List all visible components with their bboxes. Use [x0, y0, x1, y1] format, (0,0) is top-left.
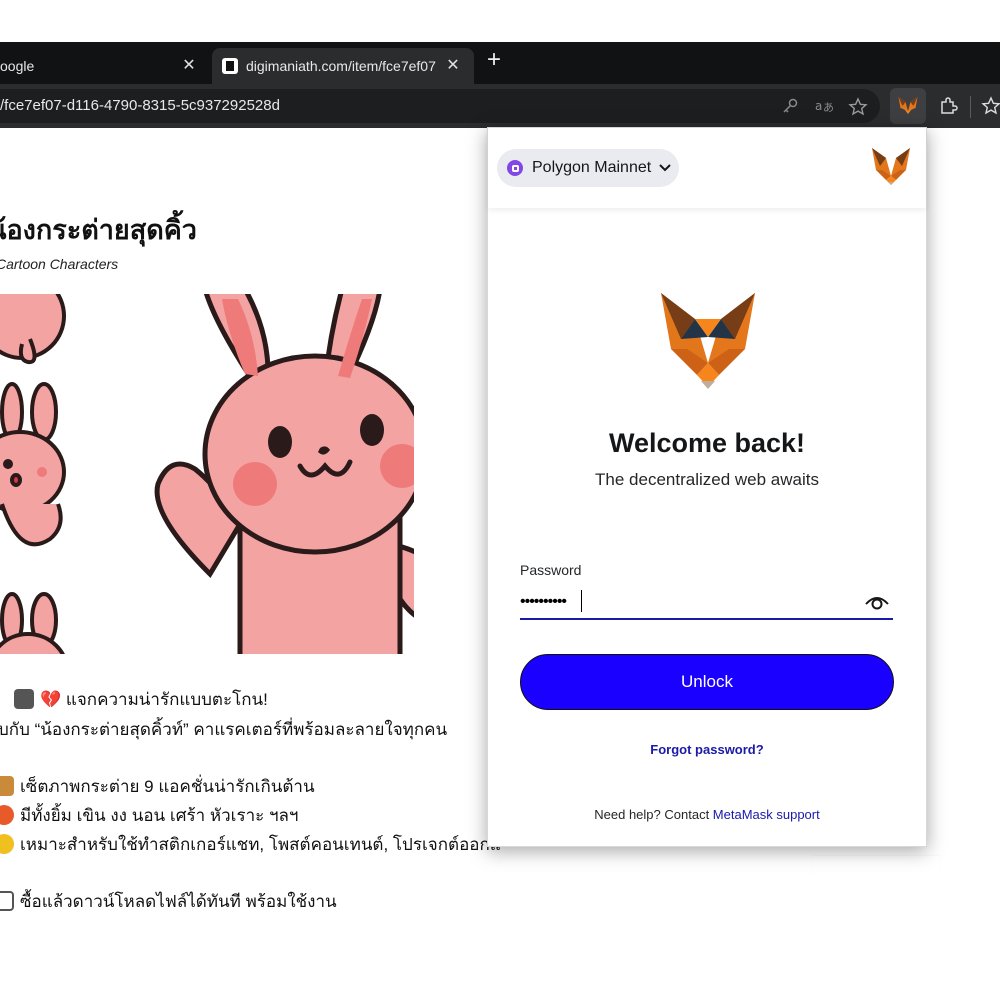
- text-caret: [581, 590, 582, 612]
- network-label: Polygon Mainnet: [532, 159, 652, 176]
- emoji-icon: [14, 689, 34, 709]
- close-icon[interactable]: ✕: [444, 57, 462, 75]
- description-line-6: ซื้อแล้วดาวน์โหลดไฟล์ได้ทันที พร้อมใช้งา…: [0, 888, 337, 915]
- help-text: Need help? Contact MetaMask support: [594, 807, 820, 822]
- tab-label: oogle: [0, 58, 35, 74]
- small-bunny-2: [0, 382, 66, 547]
- metamask-support-link[interactable]: MetaMask support: [713, 807, 820, 822]
- network-selector[interactable]: Polygon Mainnet: [497, 149, 679, 187]
- package-icon: [0, 776, 14, 796]
- polygon-network-icon: [507, 160, 523, 176]
- chevron-down-icon: [659, 161, 671, 175]
- reading-list-icon[interactable]: [980, 96, 1000, 118]
- description-line-1: 💔 แจกความน่ารักแบบตะโกน!: [14, 686, 268, 713]
- new-tab-button[interactable]: +: [482, 48, 506, 72]
- small-bunny-1: [0, 294, 66, 365]
- blank-area: [812, 856, 940, 876]
- description-line-3: เซ็ตภาพกระต่าย 9 แอคชั่นน่ารักเกินต้าน: [0, 773, 315, 800]
- metamask-extension-button[interactable]: [890, 88, 926, 124]
- svg-text:あ: あ: [823, 101, 834, 114]
- welcome-tagline: The decentralized web awaits: [595, 470, 819, 489]
- tab-google[interactable]: oogle ✕: [0, 48, 210, 84]
- large-bunny: [154, 294, 414, 654]
- description-line-4: มีทั้งยิ้ม เขิน งง นอน เศร้า หัวเราะ ฯลฯ: [0, 802, 298, 829]
- browser-toolbar: /fce7ef07-d116-4790-8315-5c937292528d aあ: [0, 84, 1000, 128]
- face-icon: [0, 805, 14, 825]
- toolbar-divider: [970, 96, 971, 118]
- unlock-button[interactable]: Unlock: [520, 654, 894, 710]
- key-icon[interactable]: [780, 97, 800, 117]
- metamask-popup: Polygon Mainnet Welcome back! The decent…: [487, 127, 927, 847]
- translate-icon[interactable]: aあ: [814, 97, 834, 117]
- screenshot-root: oogle ✕ digimaniath.com/item/fce7ef07-d …: [0, 0, 1000, 1000]
- popup-header: Polygon Mainnet: [488, 128, 926, 208]
- metamask-logo: [661, 293, 755, 389]
- forgot-password-link[interactable]: Forgot password?: [488, 742, 926, 757]
- close-icon[interactable]: ✕: [180, 57, 198, 75]
- star-icon[interactable]: [848, 97, 868, 117]
- tab-digimaniath[interactable]: digimaniath.com/item/fce7ef07-d ✕: [212, 48, 474, 84]
- product-subtitle: D Cartoon Characters: [0, 256, 119, 272]
- small-bunny-3: [0, 592, 65, 654]
- puzzle-icon[interactable]: [937, 96, 959, 118]
- top-strip: [0, 0, 1000, 42]
- svg-text:a: a: [815, 99, 822, 113]
- eye-icon[interactable]: [864, 590, 890, 612]
- password-label: Password: [520, 562, 582, 578]
- address-bar[interactable]: /fce7ef07-d116-4790-8315-5c937292528d aあ: [0, 89, 880, 123]
- url-text[interactable]: /fce7ef07-d116-4790-8315-5c937292528d: [0, 89, 280, 123]
- password-input[interactable]: [520, 586, 893, 620]
- product-image[interactable]: [0, 294, 414, 654]
- tab-label: digimaniath.com/item/fce7ef07-d: [246, 58, 436, 74]
- metamask-fox-icon: [898, 97, 918, 114]
- bunny-illustration: [0, 294, 414, 654]
- metamask-fox-icon: [872, 148, 910, 185]
- product-title: น้องกระต่ายสุดคิ้ว: [0, 215, 197, 245]
- description-line-2: บกับ “น้องกระต่ายสุดคิ้วท์” คาแรคเตอร์ที…: [0, 720, 448, 739]
- welcome-heading: Welcome back!: [608, 428, 806, 458]
- site-favicon-icon: [222, 58, 238, 74]
- description-line-5: เหมาะสำหรับใช้ทำสติกเกอร์แชท, โพสต์คอนเท…: [0, 831, 501, 858]
- document-icon: [0, 891, 14, 911]
- sparkle-icon: [0, 834, 14, 854]
